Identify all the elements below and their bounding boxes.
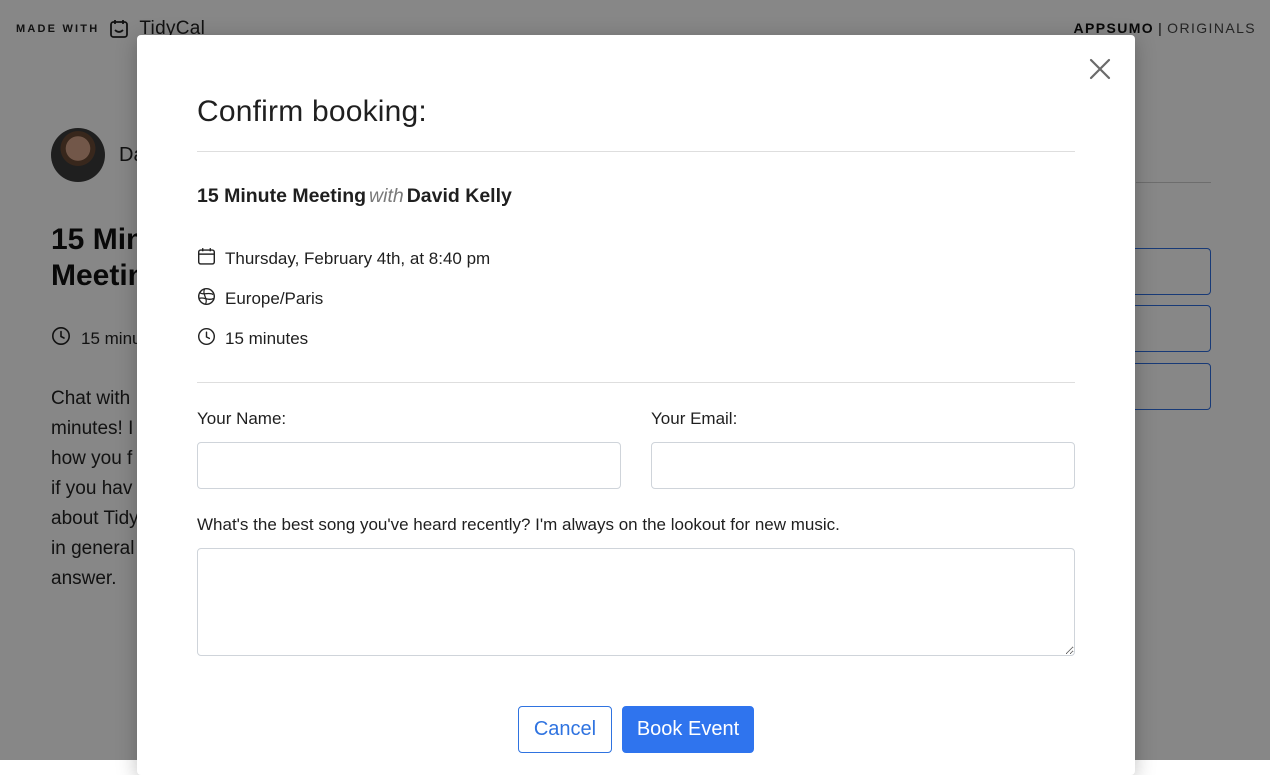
divider	[197, 382, 1075, 383]
event-date: Thursday, February 4th, at 8:40 pm	[197, 247, 490, 271]
event-date-text: Thursday, February 4th, at 8:40 pm	[225, 249, 491, 268]
name-input[interactable]	[197, 442, 621, 489]
event-timezone: Europe/Paris	[197, 287, 323, 311]
close-button[interactable]	[1085, 55, 1115, 85]
question-textarea[interactable]	[197, 548, 1075, 656]
event-duration-detail: 15 minutes	[197, 327, 308, 351]
event-host: David Kelly	[406, 185, 512, 207]
question-label: What's the best song you've heard recent…	[197, 515, 840, 534]
close-icon	[1088, 57, 1112, 84]
event-duration-detail-text: 15 minutes	[225, 329, 309, 348]
name-label: Your Name:	[197, 409, 287, 428]
modal-title: Confirm booking:	[197, 95, 427, 128]
event-summary: 15 Minute Meeting with David Kelly	[197, 185, 512, 208]
event-timezone-text: Europe/Paris	[225, 289, 324, 308]
email-input[interactable]	[651, 442, 1075, 489]
calendar-icon	[197, 247, 216, 271]
clock-icon	[197, 327, 216, 351]
globe-icon	[197, 287, 216, 311]
confirm-booking-modal: Confirm booking: 15 Minute Meeting with Da…	[137, 35, 1135, 775]
cancel-button[interactable]: Cancel	[518, 706, 612, 753]
event-name: 15 Minute Meeting	[197, 185, 367, 207]
email-label: Your Email:	[651, 409, 738, 428]
with-word: with	[369, 185, 404, 207]
divider	[197, 151, 1075, 152]
book-event-button[interactable]: Book Event	[622, 706, 754, 753]
